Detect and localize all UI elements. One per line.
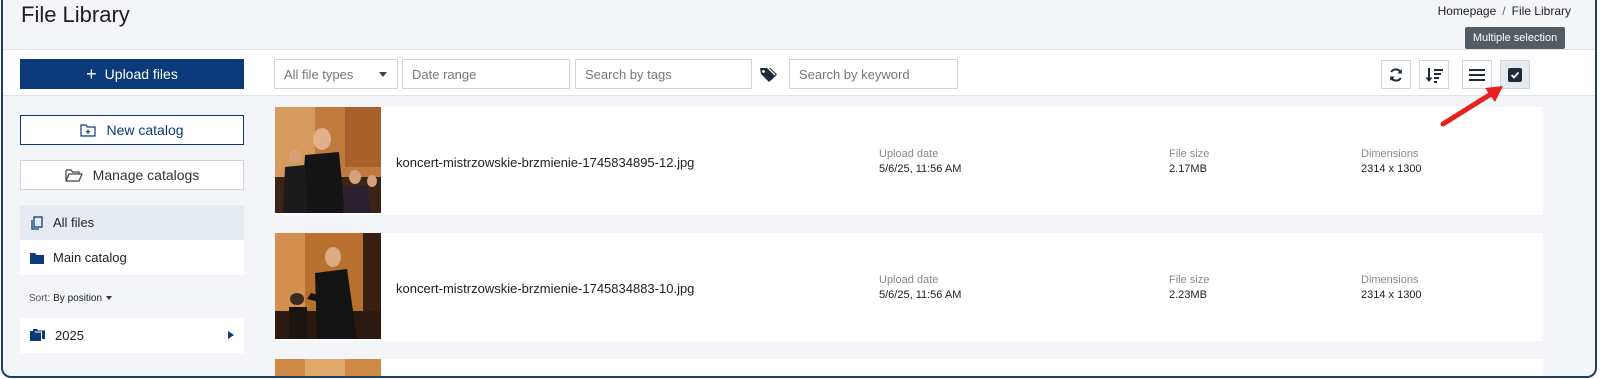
sort-label: Sort:: [29, 293, 51, 304]
file-size: File size 2.23MB: [1169, 274, 1209, 301]
file-thumbnail[interactable]: [275, 233, 381, 339]
files-icon: [31, 215, 43, 230]
tags-icon[interactable]: [758, 65, 778, 85]
toolbar: + Upload files All file types Date range…: [3, 49, 1595, 96]
file-name: koncert-mistrzowskie-brzmienie-174583489…: [396, 155, 695, 170]
breadcrumb: Homepage / File Library: [1438, 4, 1571, 18]
plus-icon: +: [86, 64, 97, 84]
sidebar-item-label: Main catalog: [53, 250, 127, 265]
sidebar-item-label: All files: [53, 215, 95, 230]
app-window: File Library Homepage / File Library Multi…: [1, 0, 1597, 378]
file-type-value: All file types: [284, 66, 354, 82]
chevron-down-icon: [379, 72, 387, 77]
chevron-right-icon[interactable]: [228, 331, 234, 339]
manage-catalogs-label: Manage catalogs: [92, 167, 200, 183]
page-header: File Library Homepage / File Library: [3, 0, 1595, 49]
sort-dropdown[interactable]: By position: [53, 293, 102, 304]
date-range-input[interactable]: Date range: [402, 59, 570, 89]
chevron-down-icon: [106, 296, 113, 301]
folder-plus-icon: [80, 124, 97, 137]
file-thumbnail[interactable]: [275, 107, 381, 213]
new-catalog-label: New catalog: [106, 122, 184, 138]
upload-date: Upload date 5/6/25, 11:56 AM: [879, 148, 961, 175]
folder-icon: [30, 252, 44, 264]
folders-icon: [30, 329, 45, 341]
annotation-arrow-icon: [1440, 86, 1503, 127]
file-thumbnail[interactable]: [275, 359, 381, 376]
upload-date-value: 5/6/25, 11:56 AM: [879, 289, 962, 301]
refresh-button[interactable]: [1381, 60, 1411, 89]
dimensions-label: Dimensions: [1361, 148, 1419, 160]
dimensions-value: 2314 x 1300: [1361, 163, 1422, 175]
upload-date-label: Upload date: [879, 274, 939, 286]
keyword-search-placeholder: Search by keyword: [799, 66, 910, 82]
upload-date-label: Upload date: [879, 148, 939, 160]
file-name: koncert-mistrzowskie-brzmienie-174583488…: [396, 281, 695, 296]
folder-label: 2025: [55, 328, 84, 343]
dimensions: Dimensions 2314 x 1300: [1361, 148, 1422, 175]
manage-catalogs-button[interactable]: Manage catalogs: [20, 160, 244, 190]
sidebar-item-all-files[interactable]: All files: [20, 205, 244, 240]
tags-search-placeholder: Search by tags: [585, 66, 672, 82]
dimensions-value: 2314 x 1300: [1361, 289, 1422, 301]
page-title: File Library: [21, 2, 130, 27]
breadcrumb-current: File Library: [1511, 4, 1571, 18]
file-row[interactable]: koncert-mistrzowskie-brzmienie-174583488…: [275, 233, 1543, 341]
new-catalog-button[interactable]: New catalog: [20, 115, 244, 145]
sidebar-folder-2025[interactable]: 2025: [20, 318, 244, 353]
tags-search-input[interactable]: Search by tags: [575, 59, 752, 89]
refresh-icon: [1390, 67, 1402, 82]
file-size-value: 2.17MB: [1169, 163, 1207, 175]
upload-date-value: 5/6/25, 11:56 AM: [879, 163, 962, 175]
breadcrumb-homepage[interactable]: Homepage: [1438, 4, 1497, 18]
file-size: File size 2.17MB: [1169, 148, 1209, 175]
dimensions-label: Dimensions: [1361, 274, 1419, 286]
folder-open-icon: [65, 169, 83, 182]
date-range-placeholder: Date range: [412, 66, 477, 82]
keyword-search-input[interactable]: Search by keyword: [789, 59, 958, 89]
upload-date: Upload date 5/6/25, 11:56 AM: [879, 274, 961, 301]
file-type-select[interactable]: All file types: [274, 59, 398, 89]
breadcrumb-separator: /: [1502, 4, 1506, 18]
multiple-selection-tooltip: Multiple selection: [1465, 27, 1565, 54]
upload-files-label: Upload files: [104, 66, 178, 82]
sort-control: Sort: By position: [29, 293, 113, 304]
file-row[interactable]: [275, 359, 1543, 376]
sidebar-item-main-catalog[interactable]: Main catalog: [20, 240, 244, 275]
file-size-value: 2.23MB: [1169, 289, 1207, 301]
upload-files-button[interactable]: + Upload files: [20, 59, 244, 89]
file-size-label: File size: [1169, 274, 1210, 286]
dimensions: Dimensions 2314 x 1300: [1361, 274, 1422, 301]
file-row[interactable]: koncert-mistrzowskie-brzmienie-174583489…: [275, 107, 1543, 215]
file-size-label: File size: [1169, 148, 1210, 160]
